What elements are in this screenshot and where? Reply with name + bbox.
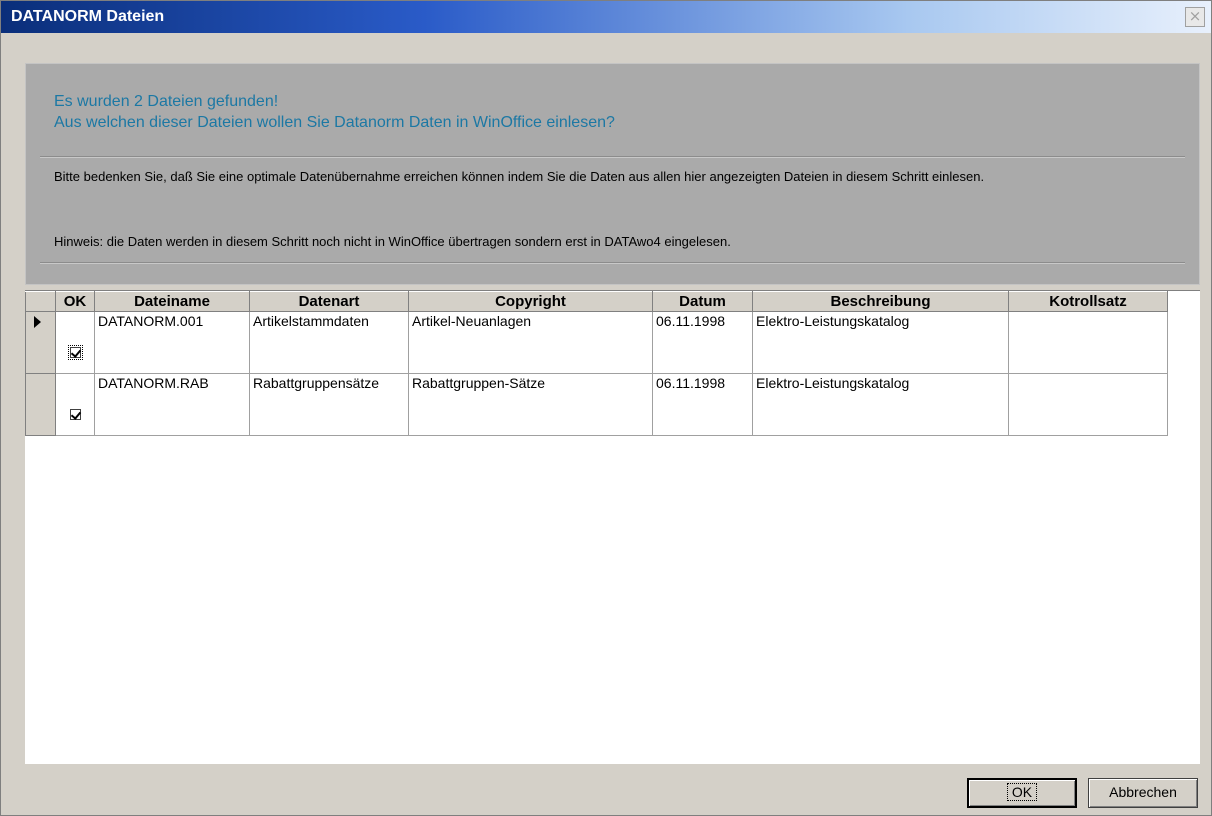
kontrollsatz-cell[interactable] [1008, 373, 1168, 436]
ok-cell[interactable] [55, 311, 95, 374]
ok-checkbox[interactable] [67, 344, 83, 360]
column-header-dateiname[interactable]: Dateiname [94, 291, 250, 312]
ok-checkbox[interactable] [69, 408, 81, 420]
info-text: Bitte bedenken Sie, daß Sie eine optimal… [54, 169, 985, 184]
ok-button-label: OK [1006, 783, 1038, 801]
column-header-datenart[interactable]: Datenart [249, 291, 409, 312]
separator-bottom [40, 262, 1185, 264]
column-header-kontrollsatz[interactable]: Kotrollsatz [1008, 291, 1168, 312]
dateiname-cell[interactable]: DATANORM.001 [94, 311, 250, 374]
title-bar[interactable]: DATANORM Dateien × [1, 1, 1211, 33]
dateiname-cell[interactable]: DATANORM.RAB [94, 373, 250, 436]
hint-text: Hinweis: die Daten werden in diesem Schr… [54, 234, 731, 249]
datum-cell[interactable]: 06.11.1998 [652, 311, 753, 374]
table-row[interactable]: DATANORM.RAB Rabattgruppensätze Rabattgr… [25, 373, 1168, 436]
headline: Es wurden 2 Dateien gefunden! Aus welche… [54, 91, 615, 133]
row-indicator-header [25, 291, 56, 312]
column-header-copyright[interactable]: Copyright [408, 291, 653, 312]
close-button[interactable]: × [1185, 7, 1205, 27]
column-header-ok[interactable]: OK [55, 291, 95, 312]
copyright-cell[interactable]: Rabattgruppen-Sätze [408, 373, 653, 436]
table-row[interactable]: DATANORM.001 Artikelstammdaten Artikel-N… [25, 311, 1168, 374]
file-grid[interactable]: OK Dateiname Datenart Copyright Datum Be… [25, 290, 1200, 764]
row-indicator[interactable] [25, 311, 56, 374]
ok-cell[interactable] [55, 373, 95, 436]
current-row-arrow-icon [34, 316, 41, 328]
window-title: DATANORM Dateien [11, 8, 165, 25]
datum-cell[interactable]: 06.11.1998 [652, 373, 753, 436]
separator-top [40, 156, 1185, 158]
copyright-cell[interactable]: Artikel-Neuanlagen [408, 311, 653, 374]
table-header-row: OK Dateiname Datenart Copyright Datum Be… [25, 291, 1168, 312]
headline-files-found: Es wurden 2 Dateien gefunden! [54, 93, 279, 110]
ok-button[interactable]: OK [967, 778, 1077, 808]
column-header-beschreibung[interactable]: Beschreibung [752, 291, 1009, 312]
info-panel: Es wurden 2 Dateien gefunden! Aus welche… [25, 63, 1200, 285]
datenart-cell[interactable]: Artikelstammdaten [249, 311, 409, 374]
cancel-button[interactable]: Abbrechen [1088, 778, 1198, 808]
headline-question: Aus welchen dieser Dateien wollen Sie Da… [54, 114, 615, 131]
row-indicator[interactable] [25, 373, 56, 436]
dialog-window: DATANORM Dateien × Es wurden 2 Dateien g… [0, 0, 1212, 816]
beschreibung-cell[interactable]: Elektro-Leistungskatalog [752, 311, 1009, 374]
column-header-datum[interactable]: Datum [652, 291, 753, 312]
close-icon: × [1188, 7, 1202, 25]
kontrollsatz-cell[interactable] [1008, 311, 1168, 374]
datenart-cell[interactable]: Rabattgruppensätze [249, 373, 409, 436]
file-table: OK Dateiname Datenart Copyright Datum Be… [25, 291, 1168, 436]
beschreibung-cell[interactable]: Elektro-Leistungskatalog [752, 373, 1009, 436]
